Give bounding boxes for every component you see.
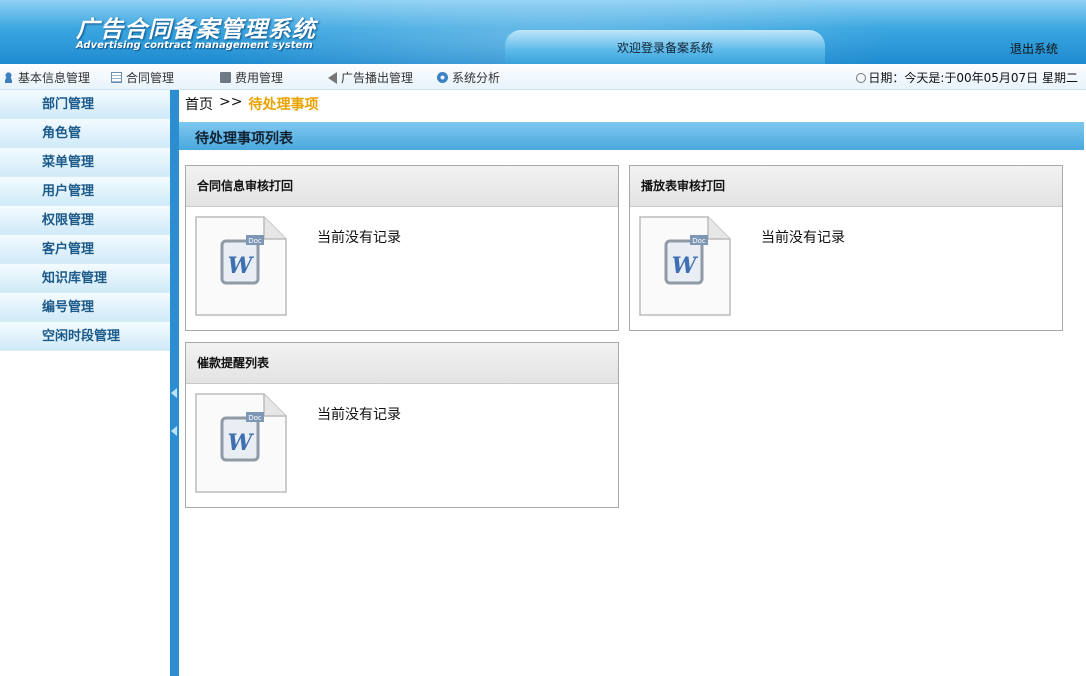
svg-text:Doc: Doc	[692, 237, 706, 245]
nav-item-contract[interactable]: 合同管理	[111, 69, 174, 86]
empty-message: 当前没有记录	[317, 230, 401, 246]
sidebar-item-user[interactable]: 用户管理	[0, 177, 170, 206]
sidebar-item-role[interactable]: 角色管	[0, 119, 170, 148]
sidebar-item-customer[interactable]: 客户管理	[0, 235, 170, 264]
app-logo-subtitle: Advertising contract management system	[76, 40, 313, 51]
user-icon	[3, 72, 14, 83]
welcome-text: 欢迎登录备案系统	[616, 41, 713, 55]
sidebar-item-department[interactable]: 部门管理	[0, 90, 170, 119]
collapse-arrow-icon[interactable]	[171, 388, 177, 398]
top-nav: 基本信息管理 合同管理 费用管理 广告播出管理 系统分析 日期：今天是:于00年…	[0, 64, 1086, 90]
nav-item-analysis[interactable]: 系统分析	[437, 69, 500, 86]
svg-text:Doc: Doc	[248, 414, 262, 422]
nav-item-fees[interactable]: 费用管理	[220, 69, 283, 86]
logout-link[interactable]: 退出系统	[1010, 40, 1058, 57]
word-document-icon: Doc W	[195, 216, 287, 316]
app-header: 广告合同备案管理系统 Advertising contract manageme…	[0, 0, 1086, 64]
sidebar-item-permission[interactable]: 权限管理	[0, 206, 170, 235]
calculator-icon	[220, 72, 231, 83]
svg-text:Doc: Doc	[248, 237, 262, 245]
empty-message: 当前没有记录	[761, 230, 845, 246]
nav-item-broadcast[interactable]: 广告播出管理	[328, 69, 413, 86]
collapse-arrow-icon[interactable]	[171, 426, 177, 436]
welcome-tab: 欢迎登录备案系统	[505, 30, 825, 64]
word-document-icon: Doc W	[639, 216, 731, 316]
panel-contract-rejected: 合同信息审核打回 Doc W 当前没有记录	[185, 165, 619, 331]
nav-item-label: 费用管理	[235, 71, 284, 85]
sidebar-item-menu[interactable]: 菜单管理	[0, 148, 170, 177]
sidebar-item-knowledge-base[interactable]: 知识库管理	[0, 264, 170, 293]
empty-message: 当前没有记录	[317, 407, 401, 423]
panel-title: 合同信息审核打回	[186, 166, 618, 207]
main-content: 首页 >> 待处理事项 待处理事项列表 合同信息审核打回 Doc W 当前没有记…	[179, 90, 1086, 676]
sidebar-item-numbering[interactable]: 编号管理	[0, 293, 170, 322]
panel-payment-reminders: 催款提醒列表 Doc W 当前没有记录	[185, 342, 619, 508]
nav-item-basic-info[interactable]: 基本信息管理	[3, 69, 90, 86]
breadcrumb-home[interactable]: 首页	[185, 94, 213, 114]
nav-item-label: 广告播出管理	[341, 71, 414, 85]
panel-playlist-rejected: 播放表审核打回 Doc W 当前没有记录	[629, 165, 1063, 331]
breadcrumb-current: 待处理事项	[248, 97, 319, 113]
word-document-icon: Doc W	[195, 393, 287, 493]
document-icon	[111, 72, 122, 83]
breadcrumb: 首页 >> 待处理事项	[185, 94, 318, 114]
sidebar-item-idle-slots[interactable]: 空闲时段管理	[0, 322, 170, 351]
speaker-icon	[328, 71, 337, 84]
svg-text:W: W	[228, 253, 255, 279]
section-header: 待处理事项列表	[179, 122, 1084, 150]
panel-title: 播放表审核打回	[630, 166, 1062, 207]
section-title: 待处理事项列表	[195, 131, 293, 147]
app-logo-title: 广告合同备案管理系统	[76, 17, 316, 43]
sidebar: 部门管理 角色管 菜单管理 用户管理 权限管理 客户管理 知识库管理 编号管理 …	[0, 90, 170, 676]
clock-icon	[856, 72, 867, 83]
gear-icon	[437, 72, 448, 83]
svg-text:W: W	[228, 430, 255, 456]
date-text: 日期：今天是:于00年05月07日 星期二	[868, 71, 1078, 85]
breadcrumb-separator: >>	[219, 94, 243, 110]
nav-item-label: 基本信息管理	[18, 71, 91, 85]
date-display: 日期：今天是:于00年05月07日 星期二	[856, 69, 1078, 86]
sidebar-splitter[interactable]	[170, 90, 179, 676]
nav-item-label: 系统分析	[452, 71, 501, 85]
svg-text:W: W	[672, 253, 699, 279]
nav-item-label: 合同管理	[126, 71, 175, 85]
panel-title: 催款提醒列表	[186, 343, 618, 384]
